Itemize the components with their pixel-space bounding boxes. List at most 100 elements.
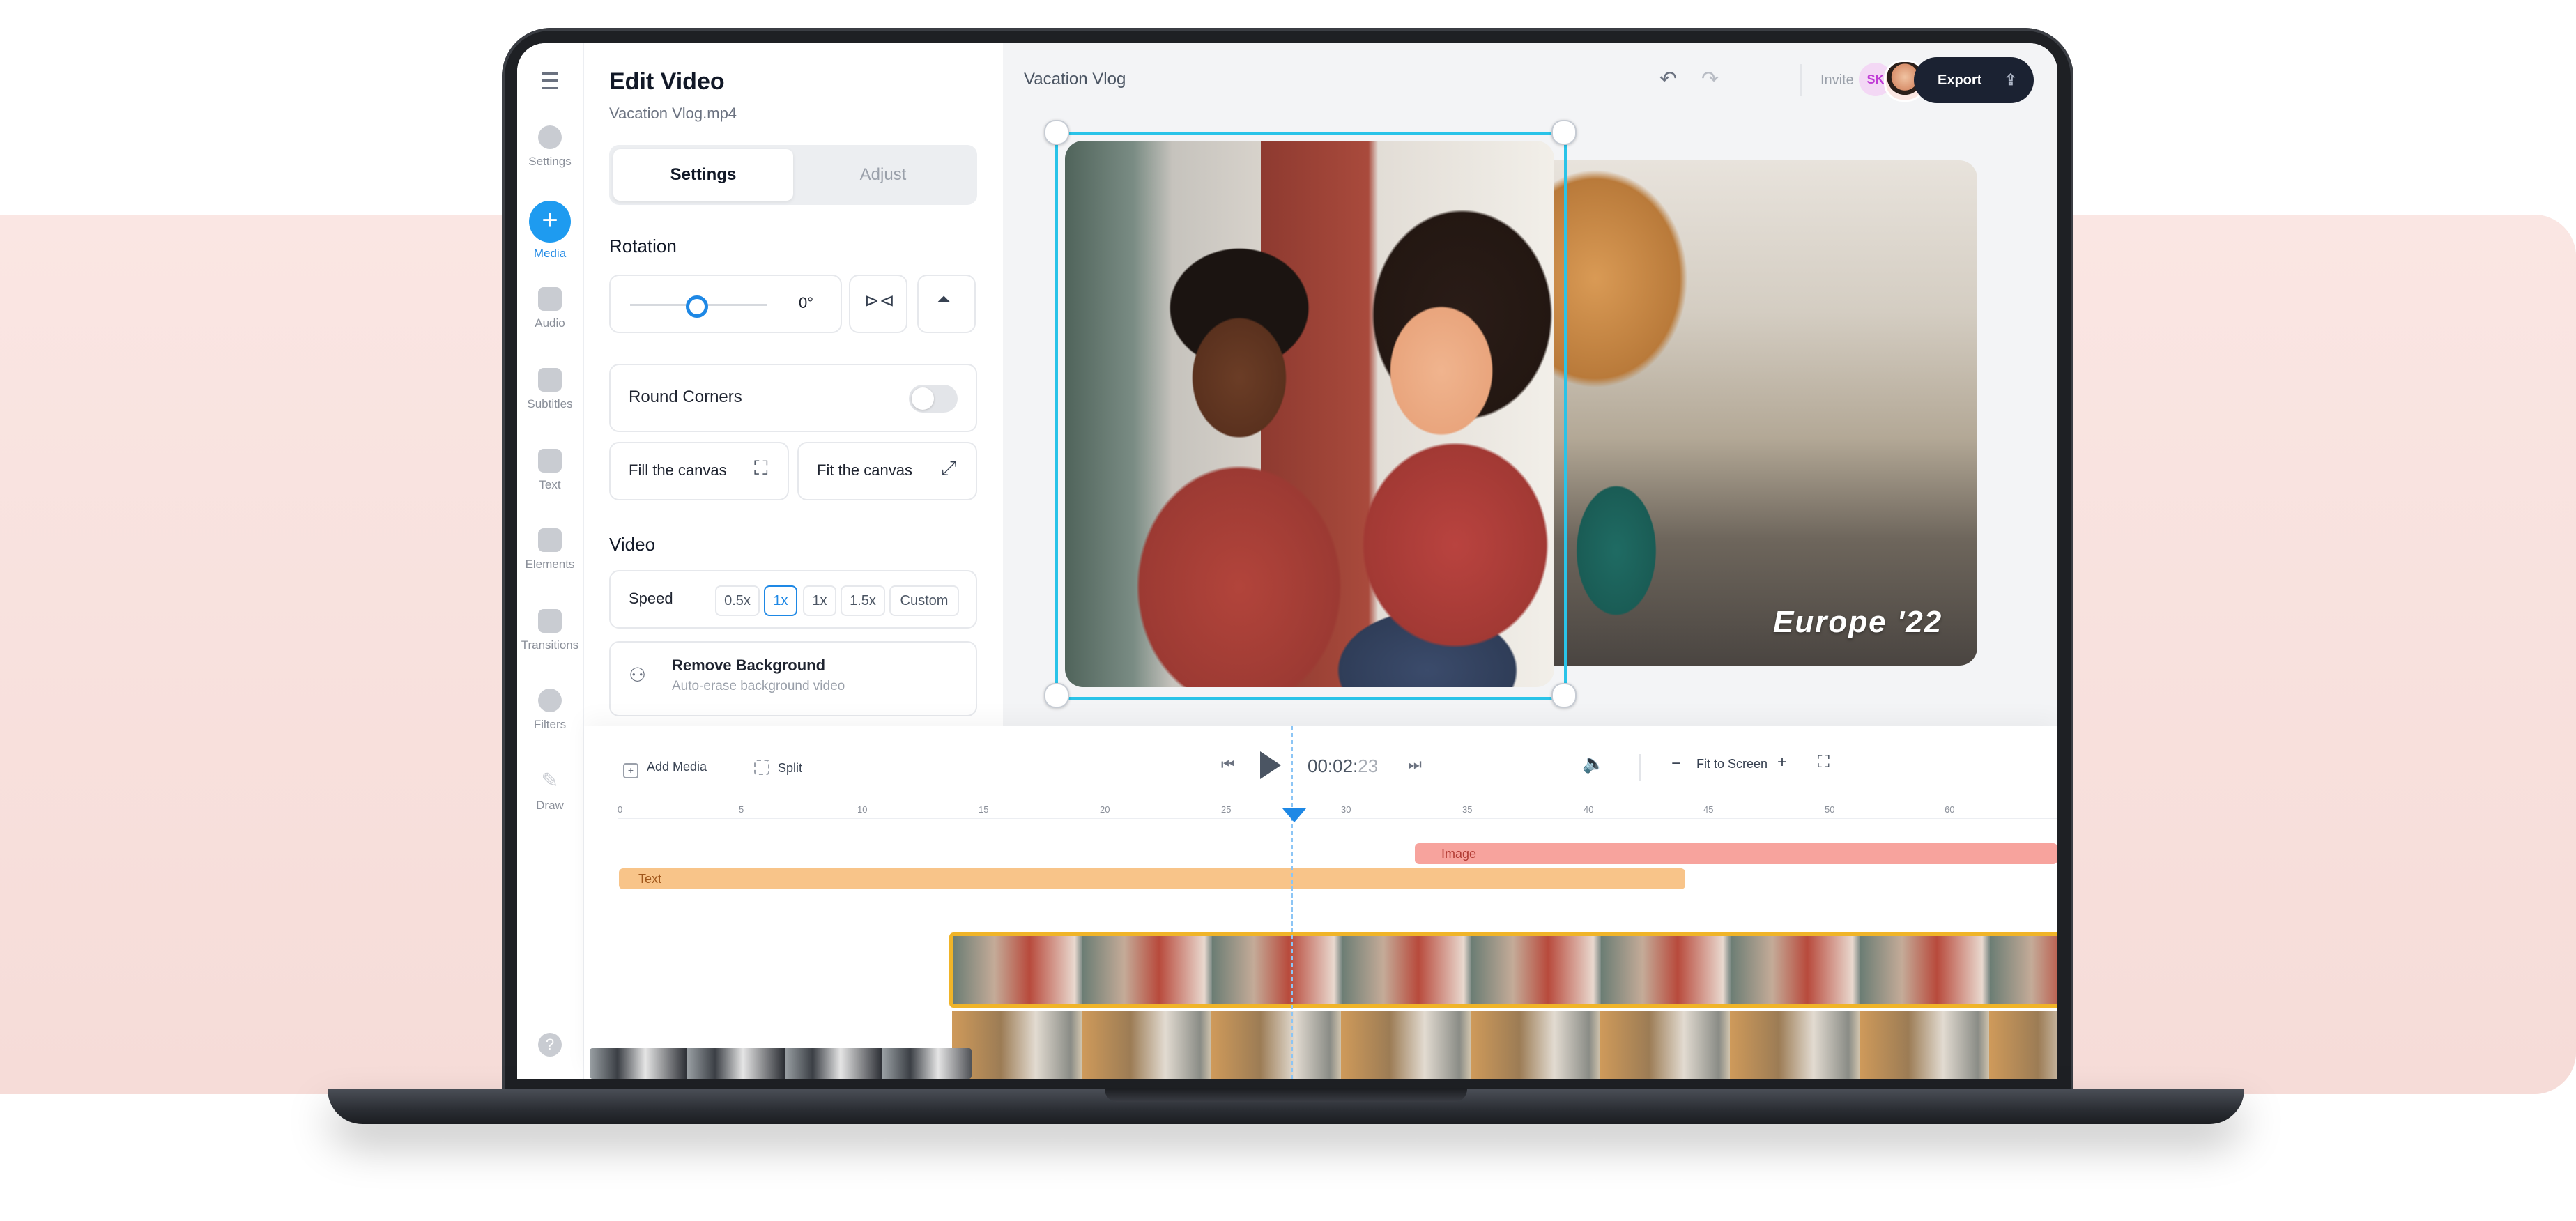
video-track-clip[interactable] bbox=[949, 932, 2057, 1008]
panel-tabs: Settings Adjust bbox=[609, 145, 977, 205]
zoom-out-icon[interactable]: − bbox=[1671, 754, 1681, 774]
speed-option-1x[interactable]: 1x bbox=[764, 585, 797, 616]
add-media-button[interactable]: + Add Media bbox=[623, 760, 707, 778]
image-clip-label: Image bbox=[1441, 847, 1477, 861]
undo-icon[interactable]: ↶ bbox=[1659, 67, 1677, 91]
fit-canvas-button[interactable]: Fit the canvas ⤢ bbox=[797, 442, 977, 500]
export-label: Export bbox=[1938, 72, 1982, 88]
speed-option-1-5x[interactable]: 1.5x bbox=[841, 585, 885, 616]
sidebar-item-label: Subtitles bbox=[527, 397, 573, 410]
sidebar: Settings Media Audio Subtitles Text Elem… bbox=[517, 43, 584, 1079]
ruler-tick: 30 bbox=[1341, 804, 1351, 815]
tab-adjust[interactable]: Adjust bbox=[793, 149, 973, 201]
resize-handle[interactable] bbox=[1551, 120, 1577, 145]
edit-panel: Edit Video Vacation Vlog.mp4 Settings Ad… bbox=[584, 43, 1002, 726]
ruler-tick: 25 bbox=[1221, 804, 1232, 815]
sidebar-item-transitions[interactable]: Transitions bbox=[517, 609, 583, 652]
remove-background-card[interactable]: ⚇ Remove Background Auto-erase backgroun… bbox=[609, 641, 977, 716]
fit-canvas-label: Fit the canvas bbox=[817, 461, 912, 479]
selection-frame[interactable] bbox=[1055, 132, 1567, 700]
speed-card: Speed 0.5x 1x 1x 1.5x Custom bbox=[609, 570, 977, 629]
ruler-tick: 60 bbox=[1945, 804, 1955, 815]
sidebar-item-label: Audio bbox=[535, 316, 565, 330]
timecode-main: 00:02: bbox=[1308, 755, 1358, 776]
invite-link[interactable]: Invite bbox=[1820, 72, 1854, 89]
speed-option-custom[interactable]: Custom bbox=[889, 585, 959, 616]
flip-vertical-button[interactable]: ⏶ bbox=[917, 275, 976, 333]
sidebar-item-label: Draw bbox=[536, 799, 564, 812]
sidebar-item-label: Elements bbox=[525, 558, 575, 571]
image-clip[interactable]: Image bbox=[1415, 843, 2057, 864]
playhead-line bbox=[1291, 726, 1294, 1079]
ruler-tick: 40 bbox=[1584, 804, 1594, 815]
rotation-title: Rotation bbox=[609, 236, 677, 256]
round-corners-card: Round Corners bbox=[609, 364, 977, 432]
ruler-tick: 20 bbox=[1100, 804, 1110, 815]
fullscreen-icon[interactable]: ⛶ bbox=[1818, 753, 1830, 772]
sticker-icon bbox=[538, 528, 562, 552]
split-button[interactable]: Split bbox=[754, 760, 802, 776]
resize-handle[interactable] bbox=[1551, 683, 1577, 708]
skip-forward-icon[interactable]: ⏭ bbox=[1408, 755, 1422, 774]
text-clip[interactable]: Text bbox=[619, 868, 1685, 889]
ruler-tick: 45 bbox=[1703, 804, 1714, 815]
video-track-clip[interactable] bbox=[952, 1011, 2057, 1079]
split-label: Split bbox=[778, 761, 803, 775]
fill-canvas-label: Fill the canvas bbox=[629, 461, 727, 479]
remove-background-title: Remove Background bbox=[672, 656, 826, 674]
speed-option-1x[interactable]: 1x bbox=[803, 585, 836, 616]
volume-icon[interactable]: 🔈 bbox=[1582, 753, 1604, 774]
ruler-tick: 35 bbox=[1462, 804, 1473, 815]
zoom-in-icon[interactable]: + bbox=[1777, 753, 1787, 772]
europe-image[interactable] bbox=[1554, 160, 1977, 666]
video-title: Video bbox=[609, 534, 656, 555]
timecode-frames: 23 bbox=[1358, 755, 1379, 776]
music-note-icon bbox=[538, 287, 562, 311]
redo-icon[interactable]: ↷ bbox=[1701, 67, 1719, 91]
plus-icon bbox=[529, 201, 571, 243]
ruler-tick: 0 bbox=[618, 804, 623, 815]
skip-back-icon[interactable]: ⏮ bbox=[1221, 755, 1235, 774]
sidebar-item-elements[interactable]: Elements bbox=[517, 528, 583, 571]
sidebar-item-audio[interactable]: Audio bbox=[517, 287, 583, 330]
flip-vertical-icon: ⏶ bbox=[937, 289, 951, 309]
person-remove-bg-icon: ⚇ bbox=[629, 664, 647, 686]
flip-horizontal-button[interactable]: ⊳⊲ bbox=[849, 275, 907, 333]
text-clip-label: Text bbox=[638, 872, 662, 886]
sidebar-item-media[interactable]: Media bbox=[517, 201, 583, 261]
menu-icon[interactable] bbox=[542, 72, 558, 89]
project-title: Vacation Vlog bbox=[1024, 70, 1126, 89]
divider bbox=[1639, 754, 1641, 781]
speed-label: Speed bbox=[629, 590, 673, 607]
playhead-handle[interactable] bbox=[1282, 808, 1306, 822]
subtitles-icon bbox=[538, 368, 562, 392]
sidebar-item-text[interactable]: Text bbox=[517, 449, 583, 492]
export-button[interactable]: Export ⇪ bbox=[1914, 57, 2034, 103]
resize-handle[interactable] bbox=[1044, 683, 1069, 708]
resize-handle[interactable] bbox=[1044, 120, 1069, 145]
tab-settings[interactable]: Settings bbox=[613, 149, 793, 201]
expand-icon: ⛶ bbox=[754, 457, 768, 479]
overlay-text[interactable]: Europe '22 bbox=[1773, 605, 1942, 640]
ruler bbox=[618, 818, 2057, 819]
sidebar-item-label: Settings bbox=[528, 155, 572, 168]
sidebar-item-label: Text bbox=[539, 478, 561, 491]
sidebar-item-subtitles[interactable]: Subtitles bbox=[517, 368, 583, 411]
round-corners-toggle[interactable] bbox=[909, 385, 958, 413]
audio-track-clip[interactable] bbox=[590, 1048, 972, 1079]
diagonal-arrows-icon: ⤢ bbox=[941, 457, 957, 479]
laptop-notch bbox=[1105, 1089, 1467, 1102]
sidebar-item-label: Filters bbox=[533, 718, 567, 731]
speed-option-0-5x[interactable]: 0.5x bbox=[715, 585, 760, 616]
fill-canvas-button[interactable]: Fill the canvas ⛶ bbox=[609, 442, 789, 500]
plus-icon: + bbox=[623, 763, 638, 778]
sidebar-item-draw[interactable]: ✎ Draw bbox=[517, 769, 583, 813]
rotation-slider-knob[interactable] bbox=[686, 295, 708, 318]
fit-to-screen-label[interactable]: Fit to Screen bbox=[1696, 757, 1768, 771]
sidebar-item-settings[interactable]: Settings bbox=[517, 125, 583, 169]
remove-background-subtitle: Auto-erase background video bbox=[672, 679, 845, 693]
play-button[interactable] bbox=[1260, 751, 1281, 779]
sidebar-item-filters[interactable]: Filters bbox=[517, 689, 583, 732]
pen-icon: ✎ bbox=[541, 769, 559, 792]
help-icon[interactable]: ? bbox=[538, 1033, 562, 1057]
